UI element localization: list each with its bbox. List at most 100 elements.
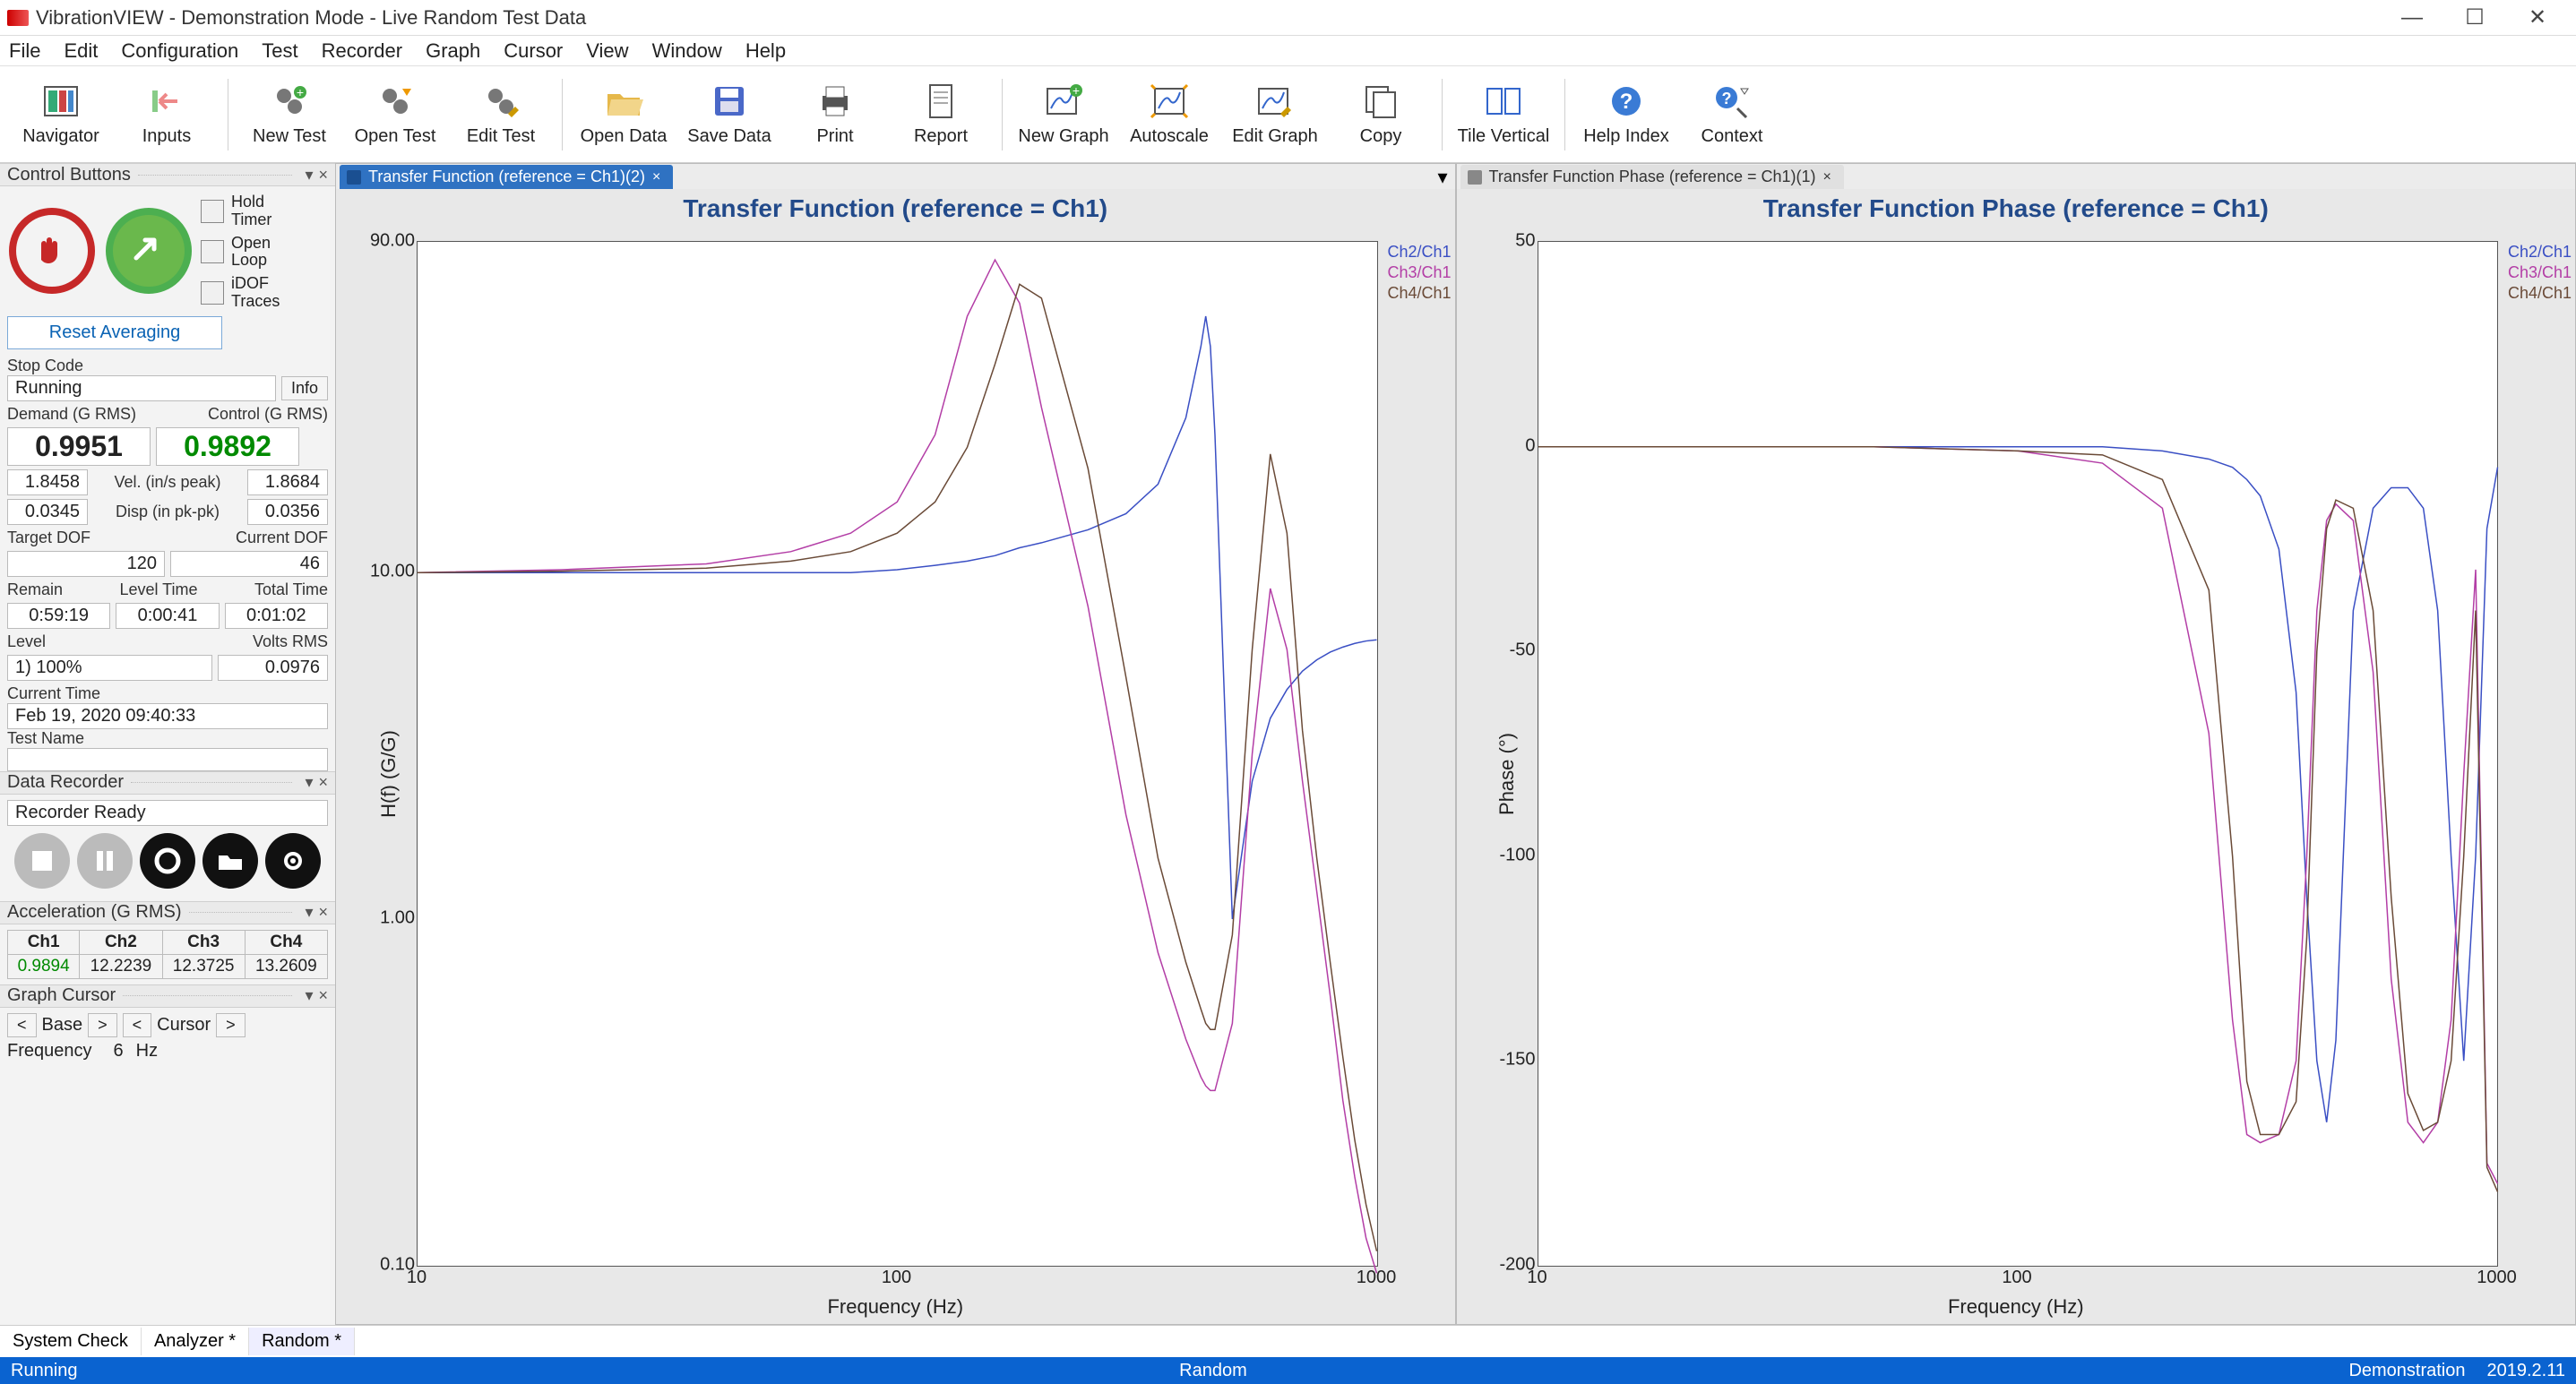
target-dof-label: Target DOF [7,529,90,547]
toolbar-new-test[interactable]: +New Test [241,72,338,158]
menu-view[interactable]: View [586,39,628,63]
rec-pause-button[interactable] [77,833,133,889]
toolbar-copy[interactable]: Copy [1332,72,1429,158]
stop-button[interactable] [9,208,95,294]
toolbar-navigator[interactable]: Navigator [13,72,109,158]
rec-settings-button[interactable] [265,833,321,889]
menu-configuration[interactable]: Configuration [121,39,238,63]
idof-traces-checkbox[interactable] [201,281,224,305]
close-button[interactable]: ✕ [2506,4,2569,30]
ytick: 50 [1515,231,1535,252]
control-value: 0.9892 [156,427,299,466]
disp-left: 0.0345 [7,499,88,525]
cursor-cur-next[interactable]: > [216,1013,246,1037]
cursor-cur-prev[interactable]: < [123,1013,152,1037]
toolbar-report[interactable]: Report [892,72,989,158]
run-button[interactable] [106,208,192,294]
menu-test[interactable]: Test [262,39,297,63]
menu-recorder[interactable]: Recorder [322,39,402,63]
legend-left: Ch2/Ch1Ch3/Ch1Ch4/Ch1 [1387,243,1451,305]
acc-h-ch2: Ch2 [80,930,162,954]
toolbar-help-index[interactable]: ?Help Index [1578,72,1675,158]
menu-window[interactable]: Window [652,39,722,63]
toolbar-save-data[interactable]: Save Data [681,72,778,158]
toolbar-autoscale[interactable]: Autoscale [1121,72,1218,158]
tab-transfer-function-label: Transfer Function (reference = Ch1)(2) [368,168,645,186]
xtick: 10 [407,1268,426,1288]
footer-tabs: System Check Analyzer * Random * [0,1325,2576,1357]
menu-cursor[interactable]: Cursor [504,39,563,63]
toolbar-inputs[interactable]: Inputs [118,72,215,158]
panel-close-icon[interactable]: × [318,986,328,1005]
acc-h-ch1: Ch1 [8,930,80,954]
panel-close-icon[interactable]: × [318,166,328,185]
toolbar-open-data[interactable]: Open Data [575,72,672,158]
inputs-icon [147,82,186,121]
volts-label: Volts RMS [253,632,328,651]
legend-entry: Ch3/Ch1 [1387,263,1451,282]
toolbar-new-graph[interactable]: +New Graph [1015,72,1112,158]
panel-data-recorder-title: Data Recorder [7,772,124,793]
toolbar-open-test[interactable]: Open Test [347,72,444,158]
disp-label: Disp (in pk-pk) [93,503,242,521]
panel-acceleration-header[interactable]: Acceleration (G RMS) ▾ × [0,901,335,924]
panel-data-recorder-header[interactable]: Data Recorder ▾ × [0,771,335,795]
toolbar-edit-test[interactable]: Edit Test [452,72,549,158]
panel-cursor-header[interactable]: Graph Cursor ▾ × [0,984,335,1008]
tab-close-icon[interactable]: × [1823,169,1831,185]
info-button[interactable]: Info [281,376,328,400]
chart-area-right[interactable]: Phase (°) Frequency (Hz) Ch2/Ch1Ch3/Ch1C… [1457,223,2576,1324]
idof-traces-label: iDOF Traces [231,275,280,311]
rec-record-button[interactable] [140,833,195,889]
minimize-button[interactable]: — [2381,5,2443,30]
toolbar-edit-graph[interactable]: Edit Graph [1227,72,1323,158]
cursor-base-prev[interactable]: < [7,1013,37,1037]
arrow-go-icon [129,231,168,271]
rec-open-button[interactable] [202,833,258,889]
menu-edit[interactable]: Edit [64,39,98,63]
tab-phase[interactable]: Transfer Function Phase (reference = Ch1… [1460,165,1844,189]
menu-graph[interactable]: Graph [426,39,480,63]
panel-collapse-icon[interactable]: ▾ [305,986,313,1005]
toolbar-tile-vertical[interactable]: Tile Vertical [1455,72,1552,158]
panel-collapse-icon[interactable]: ▾ [305,166,313,185]
panel-control-buttons-header[interactable]: Control Buttons ▾ × [0,163,335,186]
window-title: VibrationVIEW - Demonstration Mode - Liv… [36,6,2381,30]
cursor-cur-label: Cursor [157,1015,211,1036]
chart-title-left: Transfer Function (reference = Ch1) [336,189,1455,223]
menu-help[interactable]: Help [745,39,786,63]
panel-collapse-icon[interactable]: ▾ [305,903,313,922]
reset-averaging-button[interactable]: Reset Averaging [7,316,222,349]
footer-tab-system-check[interactable]: System Check [0,1328,142,1355]
test-name-value[interactable] [7,748,328,771]
toolbar-print[interactable]: Print [787,72,883,158]
navigator-icon [41,82,81,121]
panel-close-icon[interactable]: × [318,773,328,792]
panel-cursor-title: Graph Cursor [7,985,116,1006]
chart-area-left[interactable]: H(f) (G/G) Frequency (Hz) Ch2/Ch1Ch3/Ch1… [336,223,1455,1324]
volts-value: 0.0976 [218,655,328,681]
panel-collapse-icon[interactable]: ▾ [305,773,313,792]
app-logo-icon [7,10,29,26]
rec-stop-button[interactable] [14,833,70,889]
disp-right: 0.0356 [247,499,328,525]
tile-vertical-icon [1484,82,1523,121]
tab-dropdown-icon[interactable]: ▾ [1430,166,1454,189]
hold-timer-checkbox[interactable] [201,200,224,223]
panel-close-icon[interactable]: × [318,903,328,922]
toolbar-context[interactable]: ?Context [1684,72,1780,158]
footer-tab-random[interactable]: Random * [249,1328,355,1355]
tab-phase-label: Transfer Function Phase (reference = Ch1… [1489,168,1816,186]
tab-transfer-function[interactable]: Transfer Function (reference = Ch1)(2) × [340,165,673,189]
cursor-base-next[interactable]: > [88,1013,117,1037]
ytick: -50 [1510,640,1536,661]
test-name-label: Test Name [7,729,328,748]
maximize-button[interactable]: ☐ [2443,4,2506,30]
folder-icon [217,850,244,872]
graph-pane-phase: Transfer Function Phase (reference = Ch1… [1456,163,2576,1325]
footer-tab-analyzer[interactable]: Analyzer * [142,1328,249,1355]
tab-close-icon[interactable]: × [652,169,660,185]
open-loop-checkbox[interactable] [201,240,224,263]
menu-file[interactable]: File [9,39,40,63]
open-test-icon [375,82,415,121]
